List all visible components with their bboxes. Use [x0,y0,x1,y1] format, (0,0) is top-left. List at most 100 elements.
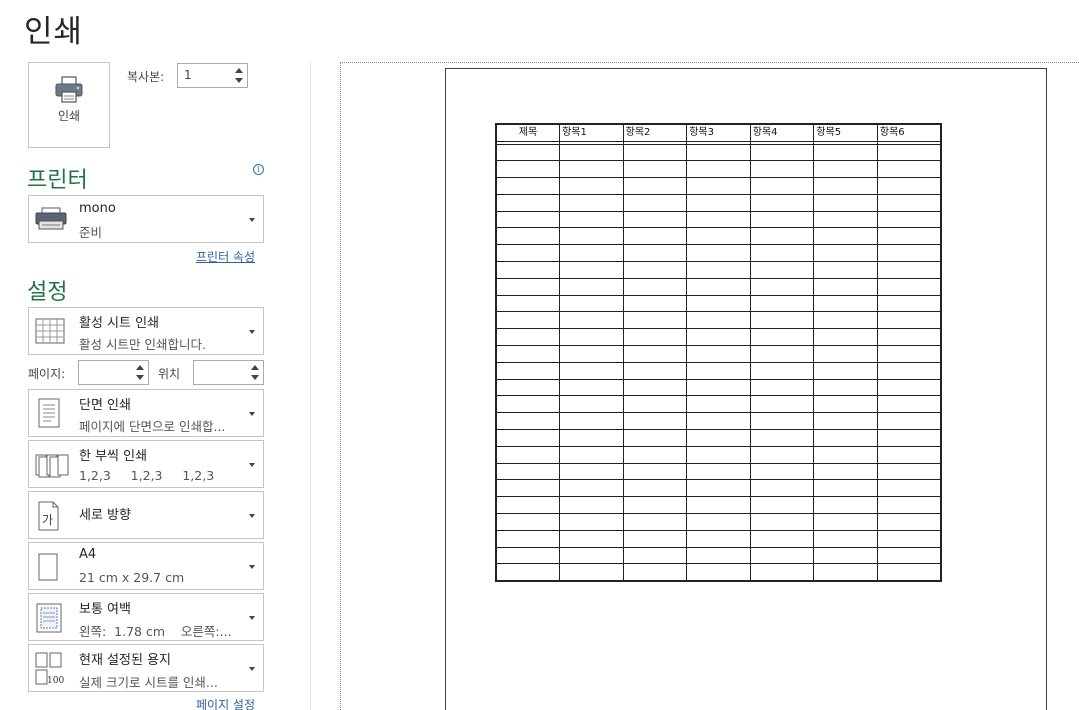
sheet-cell [686,227,751,246]
sheet-cell [749,261,815,279]
sheet-cell [876,345,942,363]
copies-label: 복사본: [127,70,165,84]
sheet-cell [686,529,751,548]
sheet-cell [876,193,942,212]
margins-subtitle: 왼쪽: 1.78 cm 오른쪽:... [79,624,232,639]
pages-from-spinner[interactable] [78,360,149,385]
scaling-dropdown[interactable]: 100 현재 설정된 용지 실제 크기로 시트를 인쇄... [28,644,264,692]
sheet-cell [876,546,942,565]
sheet-cell [686,345,751,363]
sheet-cell [622,277,688,296]
sheet-cell [813,294,878,313]
panel-divider [310,62,311,710]
sheet-grid-icon [35,318,65,344]
sheet-cell [749,277,815,296]
sheet-cell [813,345,878,363]
collation-title: 한 부씩 인쇄 [79,449,148,464]
sheet-cell [686,496,751,515]
sheet-cell [813,227,878,246]
sheet-cell [495,496,561,515]
sheet-cell [559,244,624,263]
page-title: 인쇄 [24,14,84,50]
sheet-cell [876,311,942,330]
sheet-cell [495,177,561,195]
sheet-row [495,496,942,515]
sheet-row [495,277,942,296]
sheet-cell [622,328,688,347]
margins-dropdown[interactable]: 보통 여백 왼쪽: 1.78 cm 오른쪽:... [28,593,264,641]
sheet-cell [813,496,878,515]
collation-dropdown[interactable]: 한 부씩 인쇄 1,2,3 1,2,3 1,2,3 [28,440,264,488]
sheet-cell [686,143,751,162]
sheet-cell [622,143,688,162]
sheet-header-cell: 항목3 [686,123,751,142]
page-setup-link[interactable]: 페이지 설정 [196,696,255,710]
sheet-cell [813,395,878,414]
sheet-cell [622,261,688,279]
sheet-cell [622,513,688,531]
printer-dropdown[interactable]: mono 준비 [28,195,264,243]
copies-spin-arrows[interactable] [234,66,244,86]
paper-size-title: A4 [79,547,97,562]
sides-dropdown[interactable]: 단면 인쇄 페이지에 단면으로 인쇄합... [28,389,264,437]
printer-device-icon [35,207,67,230]
sheet-cell [559,193,624,212]
sheet-row [495,227,942,246]
sheet-cell [622,177,688,195]
sheet-cell [559,496,624,515]
sheet-cell [749,361,815,380]
sheet-cell [813,143,878,162]
sheet-cell [622,227,688,246]
sheet-cell [622,395,688,414]
sheet-cell [559,445,624,464]
sheet-cell [686,177,751,195]
pages-to-spinner[interactable] [193,360,264,385]
sheet-cell [622,345,688,363]
pages-from-spin-arrows[interactable] [135,363,145,383]
sheet-cell [559,177,624,195]
sheet-cell [686,546,751,565]
sheet-cell [876,210,942,229]
sheet-header-cell: 항목2 [622,123,688,142]
sheet-row [495,244,942,263]
sheet-cell [495,160,561,179]
sheet-cell [813,445,878,464]
sheet-cell [749,412,815,431]
sheet-cell [559,361,624,380]
sheet-cell [686,294,751,313]
sheet-row [495,361,942,380]
sheet-cell [495,244,561,263]
info-icon[interactable]: i [253,164,264,175]
sheet-header-cell: 항목1 [559,123,624,142]
sheet-cell [686,277,751,296]
sheet-cell [749,529,815,548]
copies-value: 1 [184,68,192,82]
sheet-cell [622,563,688,582]
chevron-down-icon [249,565,255,569]
sheet-cell [495,277,561,296]
sheet-cell [559,143,624,162]
portrait-orientation-icon: 가 [38,501,59,531]
sheet-cell [813,563,878,582]
sheet-cell [622,445,688,464]
printer-status: 준비 [79,225,103,240]
sheet-cell [622,210,688,229]
sheet-header-cell: 항목4 [749,123,815,142]
sheet-cell [876,529,942,548]
sheet-cell [813,328,878,347]
print-button[interactable]: 인쇄 [28,62,110,148]
sheet-cell [749,445,815,464]
paper-size-dropdown[interactable]: A4 21 cm x 29.7 cm [28,542,264,590]
chevron-down-icon [249,463,255,467]
sheet-row [495,529,942,548]
printer-properties-link[interactable]: 프린터 속성 [196,248,255,265]
print-scope-dropdown[interactable]: 활성 시트 인쇄 활성 시트만 인쇄합니다. [28,307,264,355]
sheet-cell [749,311,815,330]
sheet-cell [559,462,624,481]
copies-spinner[interactable]: 1 [177,63,248,88]
pages-to-spin-arrows[interactable] [250,363,260,383]
sides-subtitle: 페이지에 단면으로 인쇄합... [79,419,226,434]
sheet-cell [749,160,815,179]
orientation-dropdown[interactable]: 가 세로 방향 [28,491,264,539]
chevron-down-icon [249,667,255,671]
